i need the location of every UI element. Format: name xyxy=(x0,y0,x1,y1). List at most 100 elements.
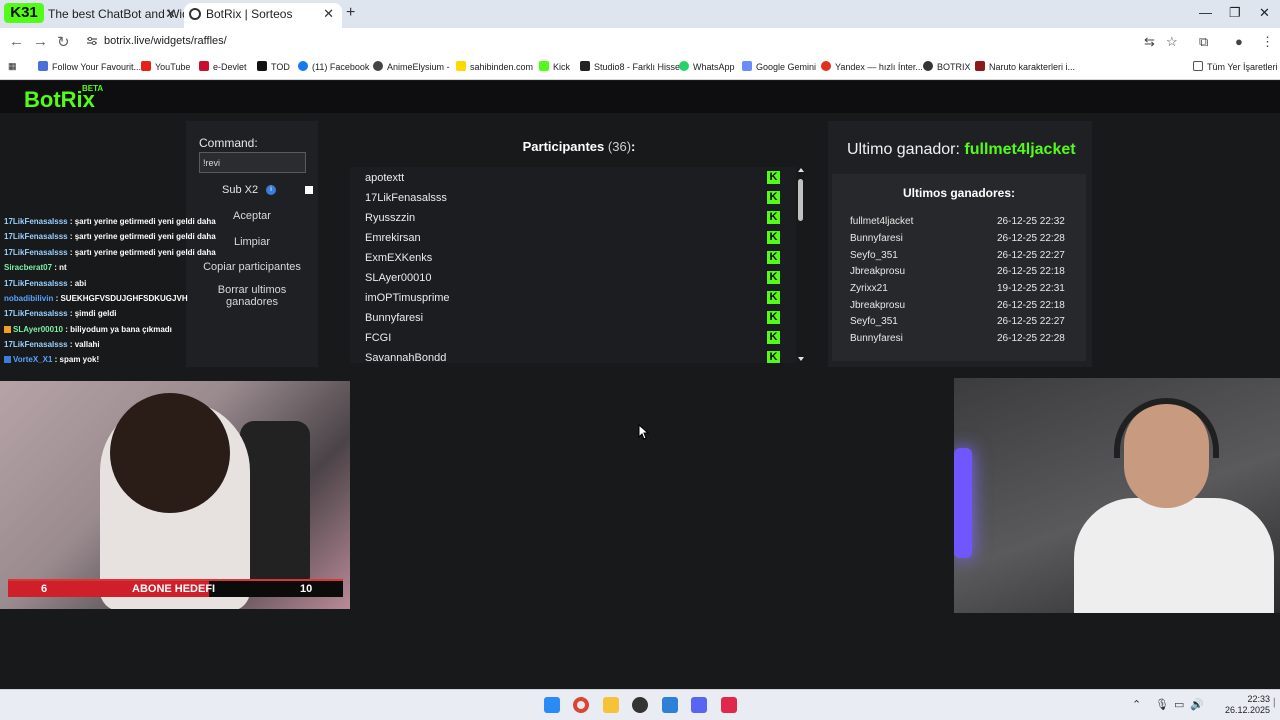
table-row: Jbreakprosu 26-12-25 22:18 xyxy=(850,300,1065,311)
participants-panel: Participantes (36): apotextt K 17LikFena… xyxy=(350,121,818,367)
participants-list[interactable]: apotextt K 17LikFenasalsss K Ryusszzin K… xyxy=(350,167,796,363)
rgb-light xyxy=(954,448,972,558)
list-item: Emrekirsan xyxy=(365,232,421,244)
app-icon[interactable] xyxy=(662,697,678,713)
scroll-up-icon[interactable] xyxy=(798,167,804,173)
bookmark-item[interactable]: Yandex — hızlı İnter... xyxy=(821,61,923,72)
chat-message: 17LikFenasalsss : şartı yerine getirmedi… xyxy=(4,217,216,226)
command-input[interactable] xyxy=(199,152,306,173)
microphone-icon[interactable]: 🎙 xyxy=(1155,698,1169,711)
url-field[interactable]: botrix.live/widgets/raffles/ xyxy=(104,35,227,47)
sub-badge-icon xyxy=(4,326,11,333)
scroll-thumb[interactable] xyxy=(798,179,803,221)
new-tab-icon[interactable]: + xyxy=(346,4,355,22)
all-bookmarks-folder[interactable]: Tüm Yer İşaretleri xyxy=(1193,61,1278,72)
scroll-down-icon[interactable] xyxy=(798,356,804,362)
bookmark-item[interactable]: TOD xyxy=(257,61,290,72)
list-item: SLAyer00010 xyxy=(365,272,432,284)
chrome-icon[interactable] xyxy=(573,697,589,713)
app-icon[interactable] xyxy=(721,697,737,713)
list-item: imOPTimusprime xyxy=(365,292,450,304)
sub-goal-target: 10 xyxy=(300,583,313,595)
address-bar: ← → ↻ botrix.live/widgets/raffles/ ⇆ ☆ ⧉… xyxy=(0,28,1280,56)
kick-icon: K xyxy=(767,251,780,264)
bookmark-item[interactable]: e-Devlet xyxy=(199,61,247,72)
apps-grid-icon[interactable]: ▦ xyxy=(8,61,17,72)
bookmark-item[interactable]: AnimeElysium - xyxy=(373,61,450,72)
sub-goal-current: 6 xyxy=(41,583,48,595)
bookmark-item[interactable]: sahibinden.com xyxy=(456,61,533,72)
close-tab-icon[interactable]: ✕ xyxy=(323,3,334,25)
table-row: Jbreakprosu 26-12-25 22:18 xyxy=(850,266,1065,277)
mouse-cursor-icon xyxy=(638,424,650,440)
chat-message: 17LikFenasalsss : abi xyxy=(4,279,87,288)
raffle-page: BotRix BETA Command: Sub X2 i Aceptar Li… xyxy=(0,81,1280,689)
bookmark-item[interactable]: Kick xyxy=(539,61,570,72)
menu-icon[interactable]: ⋮ xyxy=(1261,34,1274,50)
site-info-icon[interactable] xyxy=(86,35,98,47)
file-explorer-icon[interactable] xyxy=(603,697,619,713)
list-item: SavannahBondd xyxy=(365,352,447,363)
bookmark-item[interactable]: Studio8 - Farklı Hisset xyxy=(580,61,683,72)
beta-badge: BETA xyxy=(82,84,104,93)
table-row: Bunnyfaresi 26-12-25 22:28 xyxy=(850,333,1065,344)
close-tab-icon[interactable]: ✕ xyxy=(165,3,176,25)
chat-message: SLAyer00010 : biliyodum ya bana çıkmadı xyxy=(4,325,172,334)
clock-date: 26.12.2025 xyxy=(1224,705,1270,715)
list-item: 17LikFenasalsss xyxy=(365,192,447,204)
kick-icon: K xyxy=(767,211,780,224)
kick-icon: K xyxy=(767,291,780,304)
table-row: Seyfo_351 26-12-25 22:27 xyxy=(850,250,1065,261)
tab-title: BotRix | Sorteos xyxy=(206,7,293,21)
participants-title: Participantes (36): xyxy=(522,139,636,154)
tab-botrix-home[interactable]: The best ChatBot and Widgets ✕ xyxy=(44,3,184,28)
kick-icon: K xyxy=(767,351,780,363)
streamer-body xyxy=(1074,498,1274,613)
site-header: BotRix BETA xyxy=(0,81,1280,113)
discord-icon[interactable] xyxy=(691,697,707,713)
bookmark-item[interactable]: YouTube xyxy=(141,61,190,72)
translate-icon[interactable]: ⇆ xyxy=(1144,34,1155,50)
bookmark-star-icon[interactable]: ☆ xyxy=(1166,34,1178,50)
tab-botrix-sorteos[interactable]: BotRix | Sorteos ✕ xyxy=(184,3,342,28)
bookmark-item[interactable]: Naruto karakterleri i... xyxy=(975,61,1075,72)
close-window-icon[interactable]: ✕ xyxy=(1259,5,1270,21)
minimize-icon[interactable]: — xyxy=(1199,5,1212,20)
chat-message: VorteX_X1 : spam yok! xyxy=(4,355,99,364)
obs-icon[interactable] xyxy=(632,697,648,713)
kick-icon: K xyxy=(767,271,780,284)
bookmark-item[interactable]: Follow Your Favourit... xyxy=(38,61,141,72)
winners-panel: Ultimo ganador: fullmet4ljacket Ultimos … xyxy=(828,121,1092,367)
network-icon[interactable]: ▭ xyxy=(1174,698,1184,711)
info-icon[interactable]: i xyxy=(266,185,276,195)
bookmark-item[interactable]: Google Gemini xyxy=(742,61,816,72)
sub-goal-bar: 6 ABONE HEDEFI 10 xyxy=(8,579,343,597)
sub-x2-checkbox[interactable] xyxy=(305,186,313,194)
tray-expand-icon[interactable]: ⌃ xyxy=(1132,698,1141,711)
reload-icon[interactable]: ↻ xyxy=(57,33,70,51)
show-desktop[interactable]: │ xyxy=(1272,698,1277,707)
kick-icon: K xyxy=(767,171,780,184)
back-icon[interactable]: ← xyxy=(9,33,24,50)
restore-icon[interactable]: ❐ xyxy=(1229,5,1241,21)
profile-avatar[interactable]: ● xyxy=(1235,34,1243,49)
system-clock[interactable]: 22:33 26.12.2025 xyxy=(1204,694,1270,716)
winners-list-title: Ultimos ganadores: xyxy=(902,186,1016,200)
sub-x2-label: Sub X2 xyxy=(222,184,259,196)
webcam-streamer-right xyxy=(954,378,1280,613)
chat-message: nobadibilivin : SUEKHGFVSDUJGHFSDKUGJVH xyxy=(4,294,188,303)
volume-icon[interactable]: 🔊 xyxy=(1190,698,1204,711)
headphones xyxy=(1114,398,1219,458)
table-row: Seyfo_351 26-12-25 22:27 xyxy=(850,316,1065,327)
extensions-icon[interactable]: ⧉ xyxy=(1199,34,1208,50)
bookmark-item[interactable]: BOTRIX xyxy=(923,61,971,72)
forward-icon[interactable]: → xyxy=(33,33,48,50)
list-item: apotextt xyxy=(365,172,405,184)
windows-start-icon[interactable] xyxy=(544,697,560,713)
bookmark-item[interactable]: WhatsApp xyxy=(679,61,735,72)
participants-scrollbar[interactable] xyxy=(798,167,804,363)
table-row: Bunnyfaresi 26-12-25 22:28 xyxy=(850,233,1065,244)
browser-tab-bar: K31 The best ChatBot and Widgets ✕ BotRi… xyxy=(0,0,1280,28)
kick-app-icon[interactable]: K31 xyxy=(4,3,44,23)
bookmark-item[interactable]: (11) Facebook xyxy=(298,61,369,72)
